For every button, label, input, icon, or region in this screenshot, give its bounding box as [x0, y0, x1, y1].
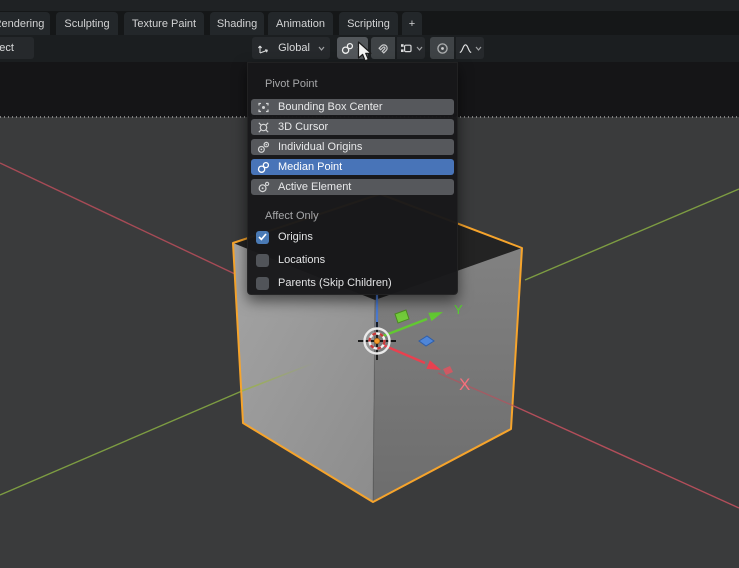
checkbox-row-locations[interactable]: Locations	[256, 252, 457, 268]
magnet-icon	[377, 43, 388, 54]
pivot-point-icon	[341, 42, 354, 54]
menu-item-3d-cursor[interactable]: 3D Cursor	[251, 119, 454, 135]
tab-texture-paint[interactable]: Texture Paint	[124, 12, 204, 35]
chevron-down-icon	[357, 46, 364, 51]
chevron-down-icon	[475, 46, 481, 51]
snap-settings-dropdown[interactable]	[397, 37, 425, 59]
median-point-icon	[257, 161, 270, 173]
add-workspace-button[interactable]: +	[402, 12, 422, 35]
topbar: Rendering Sculpting Texture Paint Shadin…	[0, 0, 739, 35]
cursor-3d-icon	[258, 121, 269, 133]
pivot-point-dropdown[interactable]	[337, 37, 368, 59]
menu-item-active-element[interactable]: Active Element	[251, 179, 454, 195]
checkbox-row-origins[interactable]: Origins	[256, 229, 457, 245]
axis-label-x: X	[459, 375, 470, 394]
parents-checkbox[interactable]	[256, 276, 269, 290]
chevron-down-icon	[416, 46, 422, 51]
check-icon	[258, 233, 267, 241]
y-axis-gridline-left	[0, 390, 243, 496]
origins-checkbox[interactable]	[256, 230, 269, 244]
blender-window: Y X Rendering Sculpting Texture Paint Sh…	[0, 0, 739, 568]
checkbox-row-parents[interactable]: Parents (Skip Children)	[256, 275, 457, 291]
individual-origins-icon	[257, 141, 270, 153]
proportional-editing-toggle[interactable]	[430, 37, 454, 59]
pivot-point-menu: Pivot Point Bounding Box Center 3D Curso…	[247, 62, 458, 295]
tab-sculpting[interactable]: Sculpting	[56, 12, 118, 35]
tab-animation[interactable]: Animation	[268, 12, 333, 35]
object-origin-dot	[373, 337, 381, 345]
affect-only-title: Affect Only	[265, 210, 319, 222]
topbar-strip	[0, 0, 739, 11]
viewport-header: Object Global	[0, 35, 739, 62]
menu-item-median-point[interactable]: Median Point	[251, 159, 454, 175]
tab-scripting[interactable]: Scripting	[339, 12, 398, 35]
active-element-icon	[258, 181, 270, 192]
y-axis-gridline-right	[524, 188, 739, 281]
falloff-curve-icon	[459, 43, 471, 53]
snap-toggle-button[interactable]	[371, 37, 395, 59]
menu-item-individual-origins[interactable]: Individual Origins	[251, 139, 454, 155]
falloff-dropdown[interactable]	[456, 37, 484, 59]
menu-item-bounding-box-center[interactable]: Bounding Box Center	[251, 99, 454, 115]
x-axis-gridline-right	[513, 405, 739, 509]
snap-with-icon	[400, 43, 412, 52]
menu-title: Pivot Point	[265, 78, 318, 90]
chevron-down-icon	[318, 46, 325, 51]
axis-label-y: Y	[454, 302, 463, 317]
x-axis-gridline-left	[0, 162, 236, 275]
proportional-editing-icon	[436, 42, 448, 54]
tab-shading[interactable]: Shading	[210, 12, 264, 35]
tab-rendering[interactable]: Rendering	[0, 12, 50, 35]
mode-dropdown[interactable]: Object	[0, 37, 34, 59]
transform-orientation-dropdown[interactable]: Global	[252, 37, 330, 59]
orientation-global-icon	[257, 45, 268, 54]
bounding-box-center-icon	[258, 102, 269, 112]
locations-checkbox[interactable]	[256, 253, 269, 267]
